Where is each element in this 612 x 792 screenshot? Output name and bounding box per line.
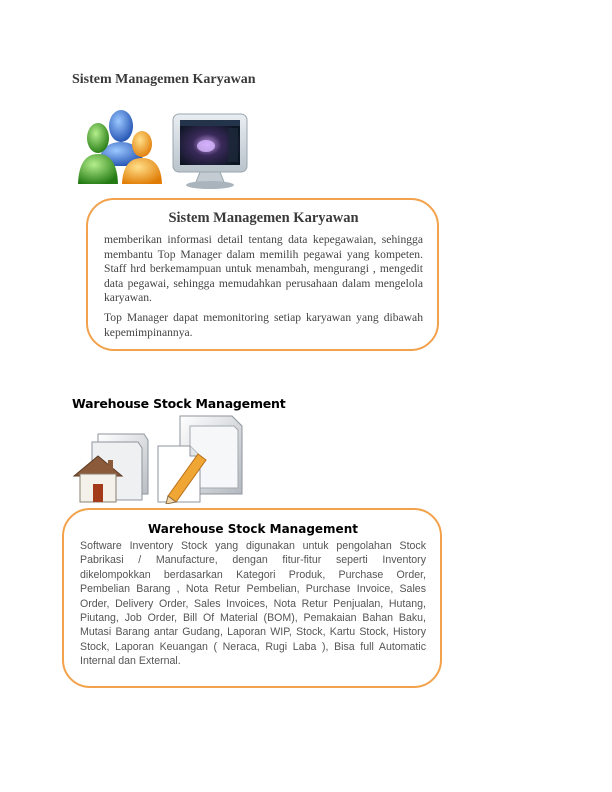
- card-paragraph: memberikan informasi detail tentang data…: [104, 233, 423, 305]
- warehouse-stock-card: Warehouse Stock Management Software Inve…: [62, 508, 442, 688]
- section-heading-warehouse: Warehouse Stock Management: [72, 396, 286, 411]
- computer-monitor-icon: [172, 113, 248, 189]
- card-paragraph: Top Manager dapat memonitoring setiap ka…: [104, 310, 423, 339]
- card-paragraph: Software Inventory Stock yang digunakan …: [80, 540, 426, 668]
- home-folder-icon: [72, 433, 149, 503]
- users-group-icon: [78, 110, 162, 184]
- card-title: Warehouse Stock Management: [148, 522, 358, 536]
- card-title: Sistem Managemen Karyawan: [168, 210, 359, 226]
- employee-management-card: Sistem Managemen Karyawan memberikan inf…: [86, 198, 439, 351]
- document-pencil-icon: [157, 415, 243, 504]
- section-heading-employee-management: Sistem Managemen Karyawan: [72, 72, 256, 87]
